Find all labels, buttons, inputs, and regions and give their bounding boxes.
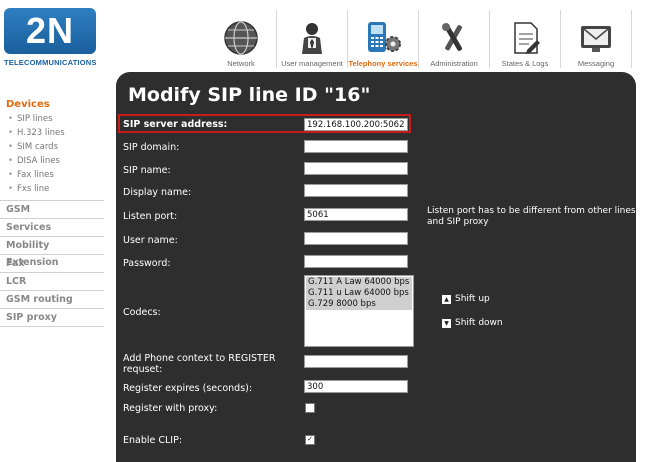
password-label: Password: — [123, 258, 171, 269]
sidebar-subitem-fax-lines[interactable]: Fax lines — [0, 168, 104, 182]
nav-network[interactable]: Network — [206, 10, 276, 68]
user-management-icon — [293, 19, 331, 57]
sidebar-item-gsm-routing[interactable]: GSM routing — [0, 290, 104, 308]
sip-domain-field[interactable] — [304, 140, 408, 153]
sidebar-subitem-sip-lines[interactable]: SIP lines — [0, 112, 104, 126]
display-name-label: Display name: — [123, 187, 192, 198]
shift-down-button[interactable]: ▼ Shift down — [442, 318, 503, 328]
password-field[interactable] — [304, 255, 408, 268]
shift-up-label: Shift up — [455, 294, 490, 304]
nav-messaging[interactable]: Messaging — [560, 10, 632, 68]
listen-port-hint: Listen port has to be different from oth… — [427, 206, 636, 227]
nav-user-management[interactable]: User management — [276, 10, 347, 68]
codec-option[interactable]: G.711 u Law 64000 bps — [306, 288, 412, 299]
logo-text: 2N — [25, 10, 75, 51]
logo-mark: 2N — [4, 8, 96, 54]
nav-label: Network — [227, 59, 255, 68]
sip-domain-label: SIP domain: — [123, 142, 180, 153]
user-name-label: User name: — [123, 235, 178, 246]
codecs-listbox[interactable]: G.711 A Law 64000 bps G.711 u Law 64000 … — [304, 275, 414, 347]
arrow-up-icon: ▲ — [442, 294, 451, 304]
sidebar-subitem-fxs-line[interactable]: Fxs line — [0, 182, 104, 196]
page-title: Modify SIP line ID "16" — [128, 84, 371, 106]
sidebar-subitem-disa-lines[interactable]: DISA lines — [0, 154, 104, 168]
sidebar: Devices SIP lines H.323 lines SIM cards … — [0, 98, 104, 327]
logo-subtitle: TELECOMMUNICATIONS — [4, 58, 97, 67]
nav-telephony-services[interactable]: Telephony services — [347, 10, 418, 68]
listen-port-field[interactable]: 5061 — [304, 208, 408, 221]
display-name-field[interactable] — [304, 184, 408, 197]
sidebar-item-sip-proxy[interactable]: SIP proxy — [0, 308, 104, 327]
telephony-services-icon — [364, 19, 402, 57]
sidebar-subitem-h323-lines[interactable]: H.323 lines — [0, 126, 104, 140]
enable-clip-checkbox[interactable]: ✓ — [305, 435, 315, 445]
enable-clip-label: Enable CLIP: — [123, 435, 183, 446]
codec-option[interactable]: G.711 A Law 64000 bps — [306, 277, 412, 288]
sidebar-item-services[interactable]: Services — [0, 218, 104, 236]
messaging-icon — [577, 19, 615, 57]
shift-up-button[interactable]: ▲ Shift up — [442, 294, 490, 304]
sidebar-item-mobility-extension[interactable]: Mobility Extension — [0, 236, 104, 268]
nav-states-logs[interactable]: States & Logs — [489, 10, 560, 68]
top-navigation: Network User management Telephony servic… — [206, 10, 632, 70]
nav-label: User management — [281, 59, 343, 68]
phone-context-label: Add Phone context to REGISTER requset: — [123, 353, 276, 375]
nav-label: Messaging — [577, 59, 615, 68]
administration-tools-icon — [435, 19, 473, 57]
sidebar-item-gsm[interactable]: GSM — [0, 200, 104, 218]
nav-label: Administration — [430, 59, 478, 68]
nav-administration[interactable]: Administration — [418, 10, 489, 68]
arrow-down-icon: ▼ — [442, 318, 451, 328]
company-logo: 2N TELECOMMUNICATIONS — [4, 8, 98, 70]
nav-label: States & Logs — [501, 59, 549, 68]
sip-line-form-panel: Modify SIP line ID "16" SIP server addre… — [116, 72, 636, 462]
register-expires-label: Register expires (seconds): — [123, 383, 253, 394]
register-with-proxy-label: Register with proxy: — [123, 403, 218, 414]
listen-port-label: Listen port: — [123, 211, 178, 222]
shift-down-label: Shift down — [455, 318, 503, 328]
user-name-field[interactable] — [304, 232, 408, 245]
register-expires-field[interactable]: 300 — [304, 380, 408, 393]
sip-server-address-label: SIP server address: — [123, 119, 228, 130]
phone-context-field[interactable] — [304, 355, 408, 368]
sidebar-heading-devices[interactable]: Devices — [0, 98, 104, 112]
codecs-label: Codecs: — [123, 307, 161, 318]
nav-label: Telephony services — [348, 59, 418, 68]
sidebar-subitem-sim-cards[interactable]: SIM cards — [0, 140, 104, 154]
network-globe-icon — [222, 19, 260, 57]
states-logs-icon — [506, 19, 544, 57]
sip-server-address-field[interactable]: 192.168.100.200:5062 — [304, 118, 408, 131]
codec-option[interactable]: G.729 8000 bps — [306, 299, 412, 310]
register-with-proxy-checkbox[interactable] — [305, 403, 315, 413]
sidebar-item-lcr[interactable]: LCR — [0, 272, 104, 290]
sip-name-label: SIP name: — [123, 165, 171, 176]
sip-name-field[interactable] — [304, 162, 408, 175]
